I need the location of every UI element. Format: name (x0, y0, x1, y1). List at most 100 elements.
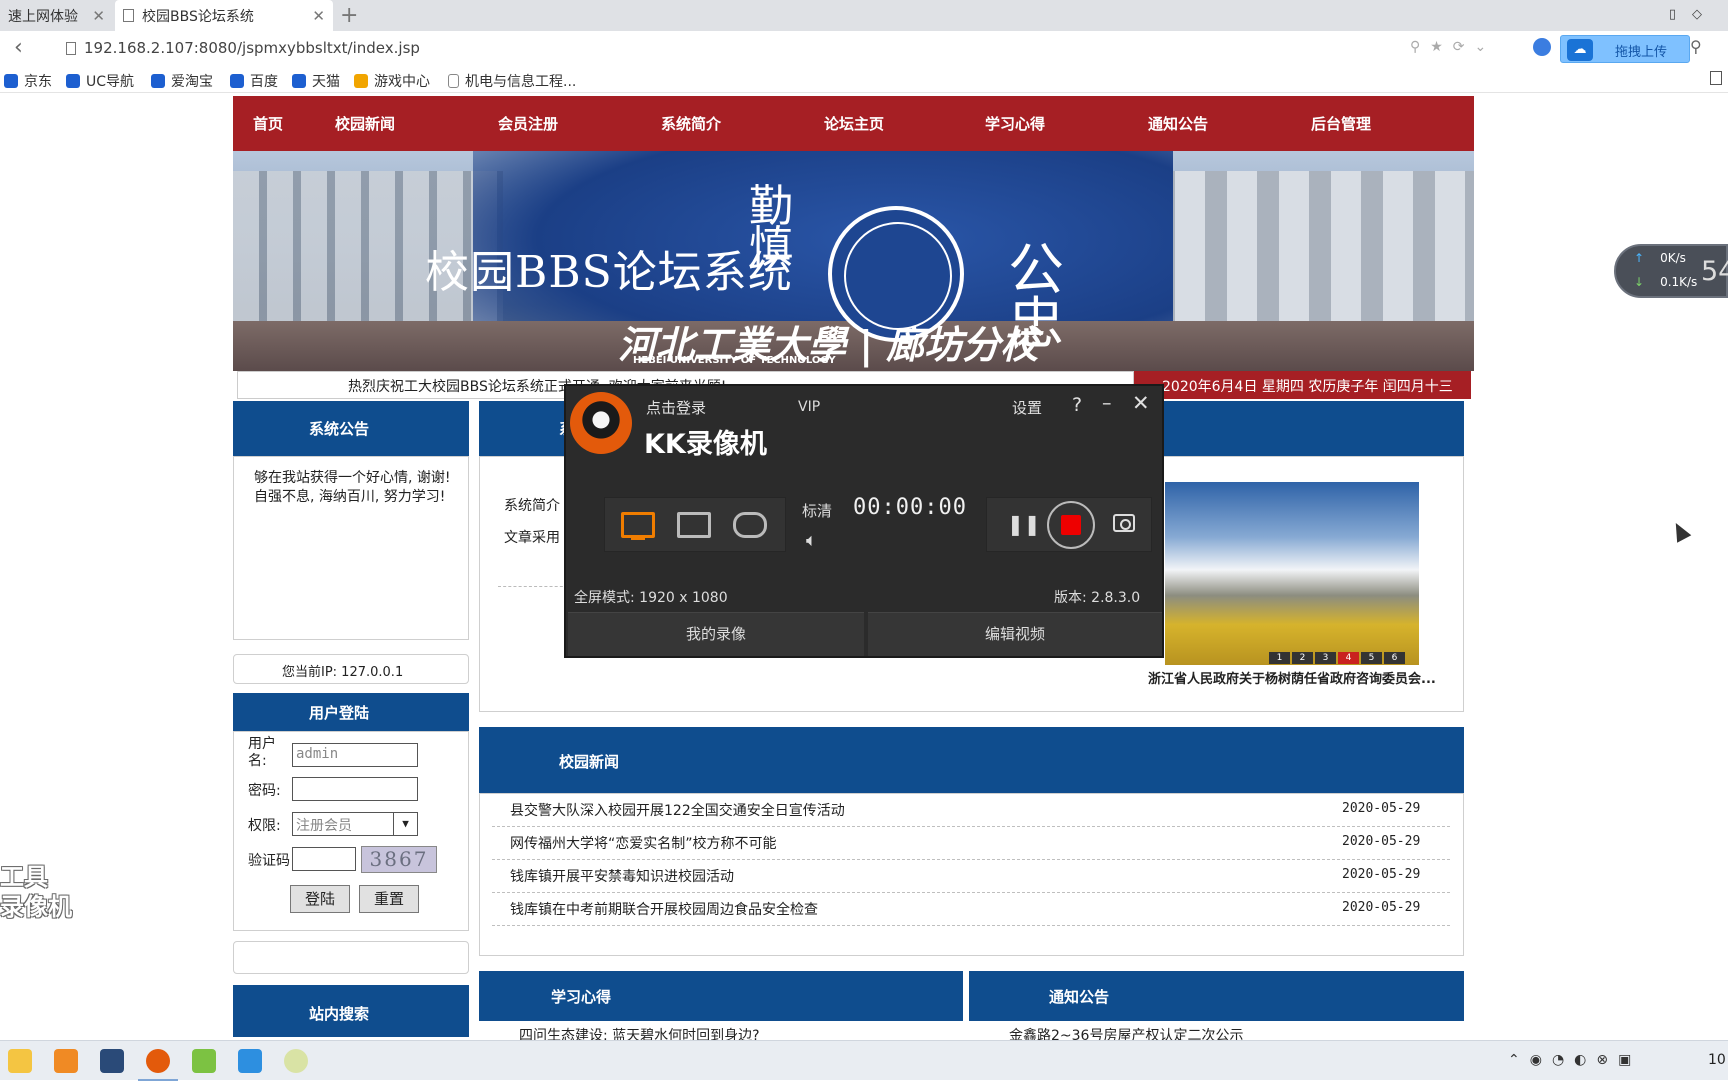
mouse-cursor-icon (1668, 519, 1692, 543)
download-speed: ↓ 0.1K/s (1634, 275, 1697, 289)
university-name-en: HEBEI UNIVERSITY OF TECHNOLOGY (633, 355, 836, 366)
nav-home[interactable]: 首页 (253, 113, 283, 134)
page-icon (123, 9, 134, 22)
reset-button[interactable]: 重置 (359, 885, 419, 913)
tab-close-icon[interactable]: ✕ (92, 7, 105, 25)
app-icon[interactable] (192, 1049, 216, 1073)
news-row[interactable]: 网传福州大学将“恋爱实名制”校方称不可能 2020-05-29 (492, 827, 1450, 860)
close-icon[interactable]: ✕ (1132, 391, 1150, 415)
game-icon (354, 74, 368, 88)
network-speed-widget[interactable]: ↑ 0K/s ↓ 0.1K/s 54 (1614, 244, 1728, 298)
tab-close-icon[interactable]: ✕ (312, 7, 325, 25)
ip-text: 您当前IP: 127.0.0.1 (282, 665, 404, 680)
tab-title: 校园BBS论坛系统 (142, 8, 254, 25)
app-icon[interactable] (238, 1049, 262, 1073)
kk-logo-icon (570, 392, 632, 454)
bookmark-baidu[interactable]: 百度 (230, 71, 278, 91)
main-nav: 首页 校园新闻 会员注册 系统简介 论坛主页 学习心得 通知公告 后台管理 (233, 96, 1474, 151)
news-date: 2020-05-29 (1342, 801, 1421, 816)
slide-caption[interactable]: 浙江省人民政府关于杨树荫任省政府咨询委员会... (1148, 668, 1436, 687)
slide-dot[interactable]: 3 (1315, 652, 1336, 664)
clock[interactable]: 10 (1708, 1052, 1726, 1068)
bookmark-label: 爱淘宝 (171, 74, 213, 90)
nav-study[interactable]: 学习心得 (985, 113, 1045, 134)
my-recordings-button[interactable]: 我的录像 (568, 612, 864, 656)
gamepad-icon[interactable] (733, 512, 767, 538)
quality-selector[interactable]: 标清 (802, 500, 832, 521)
login-button[interactable]: 登陆 (290, 885, 350, 913)
news-row[interactable]: 县交警大队深入校园开展122全国交通安全日宣传活动 2020-05-29 (492, 794, 1450, 827)
extension-icon[interactable] (1533, 38, 1551, 56)
back-arrow-icon[interactable]: ‹ (14, 35, 23, 60)
minimize-icon[interactable]: – (1102, 392, 1112, 414)
bookmark-tmall[interactable]: 天猫 (292, 71, 340, 91)
upload-label: 拖拽上传 (1615, 45, 1668, 60)
page-icon (66, 42, 76, 55)
browser-tab-2-active[interactable]: 校园BBS论坛系统 ✕ (115, 0, 333, 31)
bookmark-uc[interactable]: UC导航 (66, 71, 134, 91)
bookmark-page[interactable]: 机电与信息工程... (448, 71, 576, 91)
url-field[interactable]: 192.168.2.107:8080/jspmxybbsltxt/index.j… (84, 39, 420, 57)
app-icon[interactable] (54, 1049, 78, 1073)
window-controls[interactable]: ▯◇ (1669, 7, 1718, 22)
edit-video-button[interactable]: 编辑视频 (868, 612, 1162, 656)
news-row[interactable]: 钱库镇开展平安禁毒知识进校园活动 2020-05-29 (492, 860, 1450, 893)
kk-vip-badge[interactable]: VIP (798, 399, 820, 415)
cloud-upload-button[interactable]: ☁ 拖拽上传 (1560, 35, 1690, 63)
news-title[interactable]: 钱库镇在中考前期联合开展校园周边食品安全检查 (510, 899, 818, 919)
bookmark-aitaobao[interactable]: 爱淘宝 (151, 71, 213, 91)
nav-forum[interactable]: 论坛主页 (824, 113, 884, 134)
slide-dot[interactable]: 6 (1384, 652, 1405, 664)
slide-dot-active[interactable]: 4 (1338, 652, 1359, 664)
system-tray[interactable]: ⌃◉◔◐⊗▣ (1508, 1052, 1641, 1068)
username-input[interactable]: admin (292, 743, 418, 767)
file-explorer-icon[interactable] (8, 1049, 32, 1073)
news-row[interactable]: 钱库镇在中考前期联合开展校园周边食品安全检查 2020-05-29 (492, 893, 1450, 926)
speed-gauge-number: 54 (1701, 256, 1728, 287)
address-action-icons[interactable]: ⚲★⟳⌄ (1410, 39, 1496, 55)
region-mode-icon[interactable] (677, 512, 711, 538)
nav-intro[interactable]: 系统简介 (661, 113, 721, 134)
captcha-image[interactable]: 3867 (361, 846, 437, 873)
news-title[interactable]: 网传福州大学将“恋爱实名制”校方称不可能 (510, 833, 777, 853)
news-title[interactable]: 县交警大队深入校园开展122全国交通安全日宣传活动 (510, 800, 845, 820)
slide-dot[interactable]: 1 (1269, 652, 1290, 664)
help-icon[interactable]: ? (1072, 394, 1082, 416)
news-title[interactable]: 钱库镇开展平安禁毒知识进校园活动 (510, 866, 734, 886)
kk-settings-button[interactable]: 设置 (1012, 397, 1042, 418)
browser-tab-1[interactable]: 速上网体验 ✕ (0, 0, 113, 31)
slide-dot[interactable]: 5 (1361, 652, 1382, 664)
camera-icon[interactable] (1113, 514, 1135, 532)
sidebar-toggle-icon[interactable] (1710, 71, 1722, 85)
captcha-input[interactable] (292, 847, 356, 871)
search-icon[interactable]: ⚲ (1690, 37, 1702, 56)
slide-dot[interactable]: 2 (1292, 652, 1313, 664)
bookmark-icon (151, 74, 165, 88)
app-icon[interactable] (100, 1049, 124, 1073)
password-input[interactable] (292, 777, 418, 801)
bookmark-label: 京东 (24, 74, 52, 90)
arrow-down-icon: ↓ (1634, 275, 1645, 289)
record-button[interactable] (1047, 501, 1095, 549)
nav-register[interactable]: 会员注册 (498, 113, 558, 134)
study-notes-header: 学习心得 (479, 971, 963, 1021)
role-select[interactable]: 注册会员 ▼ (292, 812, 418, 836)
kk-recorder-taskbar-icon[interactable] (138, 1049, 178, 1081)
bookmark-games[interactable]: 游戏中心 (354, 71, 430, 91)
kk-login-link[interactable]: 点击登录 (646, 397, 706, 418)
chevron-down-icon[interactable]: ▼ (393, 813, 417, 835)
arrow-up-icon: ↑ (1634, 251, 1645, 265)
news-slideshow-image[interactable]: 1 2 3 4 5 6 (1165, 482, 1419, 665)
volume-icon[interactable]: 🔈︎ (806, 530, 817, 551)
nav-notices[interactable]: 通知公告 (1148, 113, 1208, 134)
news-date: 2020-05-29 (1342, 900, 1421, 915)
nav-admin[interactable]: 后台管理 (1311, 113, 1371, 134)
app-icon[interactable] (284, 1049, 308, 1073)
nav-campus-news[interactable]: 校园新闻 (335, 113, 395, 134)
bookmark-jd[interactable]: 京东 (4, 71, 52, 91)
new-tab-button[interactable]: + (340, 3, 358, 28)
fullscreen-mode-icon[interactable] (621, 512, 655, 540)
pause-icon[interactable]: ❚❚ (1007, 512, 1041, 536)
login-header: 用户登陆 (233, 693, 469, 731)
kk-recorder-window[interactable]: 点击登录 VIP KK录像机 设置 ? – ✕ 标清 🔈︎ 00:00:00 ❚… (564, 384, 1164, 658)
